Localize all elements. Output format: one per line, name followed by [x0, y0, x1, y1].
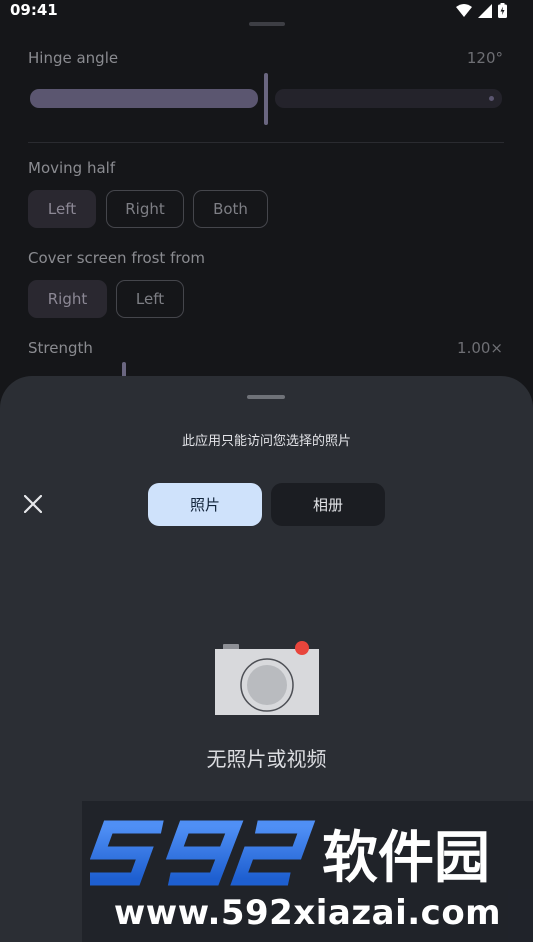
empty-state-message: 无照片或视频 [206, 747, 327, 771]
tab-albums[interactable]: 相册 [271, 483, 385, 526]
tab-photos[interactable]: 照片 [148, 483, 262, 526]
status-time: 09:41 [10, 1, 58, 19]
strength-value: 1.00× [457, 339, 503, 357]
moving-half-right-chip[interactable]: Right [106, 190, 184, 228]
close-icon [24, 495, 42, 513]
moving-half-left-chip[interactable]: Left [28, 190, 96, 228]
status-bar: 09:41 [0, 0, 533, 24]
cover-frost-label: Cover screen frost from [28, 249, 205, 267]
sheet-title: 此应用只能访问您选择的照片 [181, 434, 351, 449]
divider [28, 142, 504, 143]
watermark-url: www.592xiazai.com [113, 893, 502, 933]
watermark: 软件园 www.592xiazai.com [82, 801, 533, 942]
sheet-drag-handle[interactable] [247, 395, 285, 399]
strength-label: Strength [28, 339, 93, 357]
cover-frost-right-chip[interactable]: Right [28, 280, 107, 318]
cover-frost-left-chip[interactable]: Left [116, 280, 184, 318]
hinge-angle-value: 120° [466, 49, 503, 67]
slider-end-dot [489, 96, 494, 101]
hinge-angle-slider-thumb[interactable] [264, 73, 268, 125]
close-button[interactable] [18, 489, 48, 519]
hinge-angle-label: Hinge angle [28, 49, 119, 67]
wifi-icon [456, 4, 472, 17]
camera-icon [215, 641, 319, 715]
signal-icon [478, 3, 492, 18]
watermark-logo-text: 软件园 [322, 826, 490, 889]
watermark-logo: 软件园 [90, 820, 490, 889]
moving-half-both-chip[interactable]: Both [193, 190, 268, 228]
status-icons [456, 3, 507, 18]
battery-icon [498, 3, 507, 18]
hinge-angle-slider-fill [30, 89, 258, 108]
hinge-angle-slider-track[interactable] [275, 89, 502, 108]
moving-half-label: Moving half [28, 159, 116, 177]
